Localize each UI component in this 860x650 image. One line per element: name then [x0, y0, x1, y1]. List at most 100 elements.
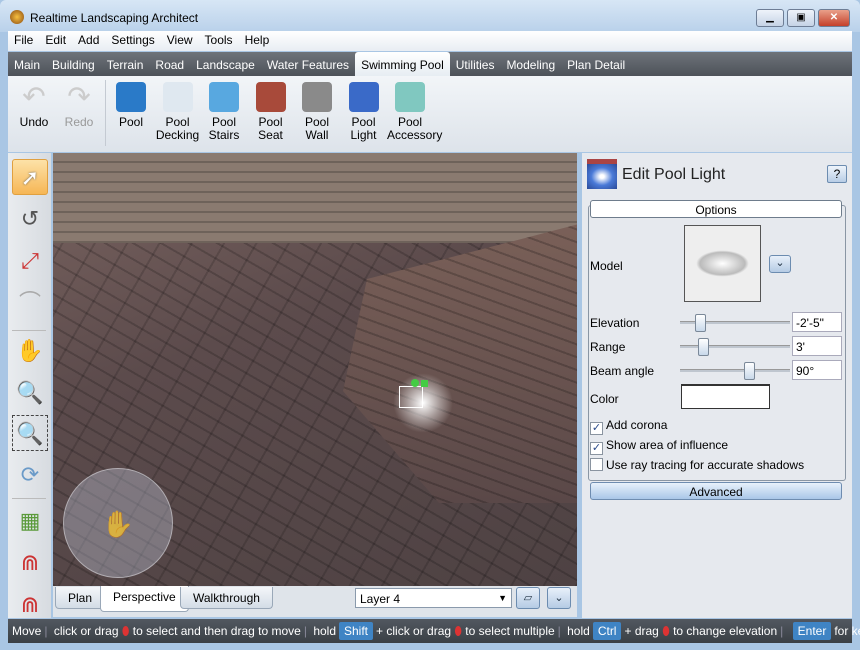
pool-wall-button[interactable]: Pool Wall	[294, 82, 340, 142]
key-enter: Enter	[792, 622, 832, 640]
help-button[interactable]: ?	[827, 165, 847, 183]
slider-thumb[interactable]	[694, 314, 706, 332]
tab-terrain[interactable]: Terrain	[101, 52, 150, 76]
mouse-icon: ⬮	[454, 624, 462, 638]
select-tool-icon[interactable]: ➚	[12, 159, 48, 195]
tab-utilities[interactable]: Utilities	[450, 52, 501, 76]
curve-tool-icon[interactable]: ⌒	[12, 285, 48, 321]
selected-pool-light[interactable]	[399, 386, 423, 408]
zoom-icon[interactable]: 🔍	[12, 375, 48, 411]
advanced-button[interactable]: Advanced	[590, 482, 842, 500]
model-dropdown-button[interactable]: ⌄	[769, 255, 791, 273]
pool-wall	[343, 223, 577, 503]
ribbon-tabs: Main Building Terrain Road Landscape Water Fe…	[8, 52, 852, 77]
pool-stairs-icon	[209, 82, 239, 112]
checkbox-icon: ✓	[590, 442, 603, 455]
redo-icon: ↷	[67, 81, 91, 112]
menu-tools[interactable]: Tools	[199, 31, 239, 47]
pool-light-button[interactable]: Pool Light	[341, 82, 387, 142]
magnet-icon[interactable]: ⋒	[12, 587, 48, 623]
tab-modeling[interactable]: Modeling	[500, 52, 561, 76]
close-button[interactable]: ✕	[818, 9, 850, 27]
layer-select[interactable]: Layer 4 ▼	[355, 588, 512, 608]
tab-plan[interactable]: Plan	[55, 587, 106, 609]
pool-light-icon	[348, 82, 379, 112]
status-text: for keyboard	[834, 624, 860, 638]
elevation-slider[interactable]	[680, 314, 790, 332]
pool-decking-icon	[162, 82, 193, 112]
tab-water-features[interactable]: Water Features	[261, 52, 355, 76]
zoom-extents-icon[interactable]: 🔍	[12, 415, 48, 451]
range-input[interactable]: 3'	[792, 336, 842, 356]
chevron-down-icon: ⌄	[554, 592, 564, 604]
beam-angle-input[interactable]: 90°	[792, 360, 842, 380]
undo-button[interactable]: ↶ Undo	[11, 82, 57, 129]
color-swatch[interactable]	[681, 384, 770, 409]
status-text: click or drag	[53, 624, 119, 638]
pool-seat-button[interactable]: Pool Seat	[248, 82, 294, 142]
tab-perspective[interactable]: Perspective	[100, 586, 189, 612]
pool-accessory-button[interactable]: Pool Accessory	[387, 82, 442, 142]
magnet-icon[interactable]: ⋒	[12, 545, 48, 581]
tab-swimming-pool[interactable]: Swimming Pool	[355, 52, 450, 77]
pool-stairs-button[interactable]: Pool Stairs	[201, 82, 247, 142]
3d-viewport[interactable]: ✋	[53, 153, 577, 586]
menu-edit[interactable]: Edit	[39, 31, 72, 47]
layers-button[interactable]: ▱	[516, 587, 540, 609]
view-options-button[interactable]: ⌄	[547, 587, 571, 609]
ray-tracing-checkbox[interactable]: Use ray tracing for accurate shadows	[590, 458, 804, 472]
key-ctrl: Ctrl	[592, 622, 622, 640]
selection-handle[interactable]	[411, 379, 419, 387]
grid-icon[interactable]: ▦	[12, 503, 48, 539]
minimize-button[interactable]: ▁	[756, 9, 784, 27]
menu-file[interactable]: File	[8, 31, 39, 47]
status-text: to select and then drag to move	[132, 624, 301, 638]
menu-view[interactable]: View	[161, 31, 199, 47]
ribbon: ↶ Undo ↷ Redo Pool Pool Decking Pool Stairs Poo…	[8, 76, 852, 152]
menu-add[interactable]: Add	[72, 31, 105, 47]
pan-hand-icon[interactable]: ✋	[12, 333, 48, 369]
left-toolbar: ➚ ↺ ⤢ ⌒ ✋ 🔍 🔍 ⟳ ▦ ⋒ ⋒	[8, 153, 51, 618]
menu-help[interactable]: Help	[239, 31, 276, 47]
menu-settings[interactable]: Settings	[105, 31, 160, 47]
pool-wall-icon	[302, 82, 332, 112]
maximize-button[interactable]: ▣	[787, 9, 815, 27]
status-mode: Move	[12, 624, 42, 638]
tab-walkthrough[interactable]: Walkthrough	[180, 587, 273, 609]
status-text: to change elevation	[673, 624, 778, 638]
color-label: Color	[590, 392, 619, 406]
tab-landscape[interactable]: Landscape	[190, 52, 261, 76]
navigation-wheel[interactable]: ✋	[63, 468, 173, 578]
model-preview[interactable]	[684, 225, 761, 302]
resize-tool-icon[interactable]: ⤢	[12, 243, 48, 279]
menu-bar: File Edit Add Settings View Tools Help	[8, 31, 852, 51]
range-slider[interactable]	[680, 338, 790, 356]
status-text: hold	[313, 624, 336, 638]
layers-icon: ▱	[523, 592, 533, 604]
pool-icon	[116, 82, 146, 112]
redo-button[interactable]: ↷ Redo	[56, 82, 102, 129]
elevation-input[interactable]: -2'-5"	[792, 312, 842, 332]
toolbar-divider	[12, 498, 46, 499]
tab-building[interactable]: Building	[46, 52, 101, 76]
selection-handle[interactable]	[421, 380, 428, 387]
options-header[interactable]: Options	[590, 200, 842, 218]
back-wall	[53, 153, 577, 243]
status-text: + click or drag	[376, 624, 452, 638]
beam-angle-slider[interactable]	[680, 362, 790, 380]
rotate-tool-icon[interactable]: ↺	[12, 201, 48, 237]
tab-main[interactable]: Main	[8, 52, 46, 76]
tab-plan-detail[interactable]: Plan Detail	[561, 52, 631, 76]
ribbon-divider	[105, 80, 106, 146]
slider-thumb[interactable]	[744, 362, 756, 380]
show-area-of-influence-checkbox[interactable]: ✓ Show area of influence	[590, 438, 728, 455]
orbit-icon[interactable]: ⟳	[12, 457, 48, 493]
mouse-icon: ⬮	[662, 624, 670, 638]
pool-button[interactable]: Pool	[108, 82, 154, 129]
pool-light-icon	[587, 159, 617, 189]
pool-decking-button[interactable]: Pool Decking	[155, 82, 201, 142]
add-corona-checkbox[interactable]: ✓ Add corona	[590, 418, 667, 435]
slider-thumb[interactable]	[697, 338, 709, 356]
tab-road[interactable]: Road	[149, 52, 190, 76]
panel-title: Edit Pool Light	[622, 166, 726, 183]
